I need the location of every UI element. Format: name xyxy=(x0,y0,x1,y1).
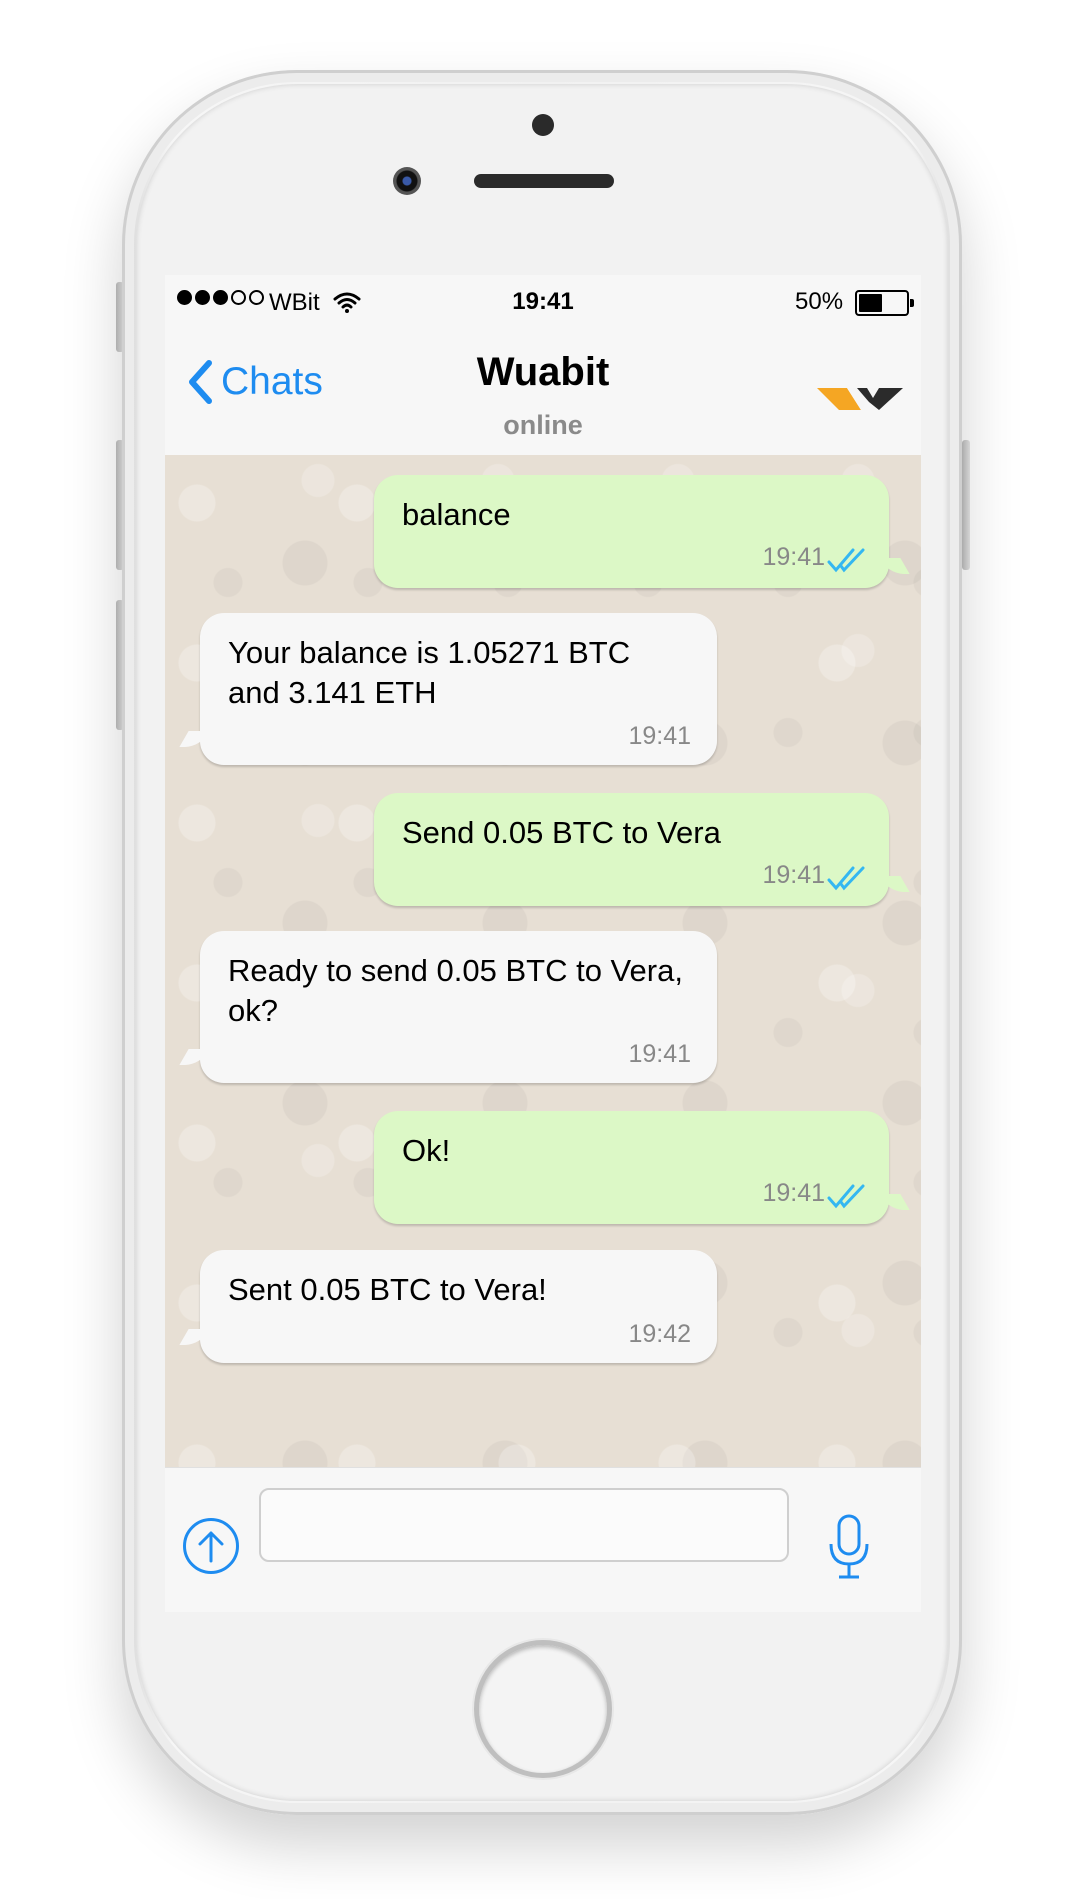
home-button[interactable] xyxy=(474,1640,612,1778)
power-button xyxy=(962,440,970,570)
chat-header: Chats Wuabit online xyxy=(165,330,921,455)
status-bar: WBit 19:41 50% xyxy=(165,275,921,330)
device-mockup: WBit 19:41 50% Chats Wuabit online balan… xyxy=(0,0,1085,1899)
battery-percent: 50% xyxy=(795,288,844,315)
arrow-up-circle-icon xyxy=(198,1531,224,1563)
front-camera xyxy=(393,167,421,195)
incoming-message[interactable]: Sent 0.05 BTC to Vera! 19:42 xyxy=(200,1250,717,1363)
double-check-icon xyxy=(827,1184,865,1209)
message-time: 19:41 xyxy=(762,861,825,889)
battery-icon xyxy=(855,290,914,316)
message-text: Ok! xyxy=(402,1133,451,1168)
message-time: 19:42 xyxy=(628,1320,691,1348)
chat-title[interactable]: Wuabit xyxy=(165,350,921,395)
outgoing-message[interactable]: Send 0.05 BTC to Vera 19:41 xyxy=(374,793,889,906)
wuabit-logo[interactable] xyxy=(817,380,903,414)
double-check-icon xyxy=(827,866,865,891)
earpiece-speaker xyxy=(474,174,614,188)
message-list[interactable]: balance 19:41 Your balance is 1.05271 BT… xyxy=(165,455,921,1467)
message-time: 19:41 xyxy=(628,722,691,750)
message-time: 19:41 xyxy=(628,1040,691,1068)
outgoing-message[interactable]: Ok! 19:41 xyxy=(374,1111,889,1224)
message-input[interactable] xyxy=(259,1488,789,1562)
message-text: Send 0.05 BTC to Vera xyxy=(402,815,721,850)
message-text: balance xyxy=(402,497,511,532)
message-time: 19:41 xyxy=(762,543,825,571)
battery-nub xyxy=(910,299,914,307)
message-time: 19:41 xyxy=(762,1179,825,1207)
phone-screen: WBit 19:41 50% Chats Wuabit online balan… xyxy=(165,275,921,1612)
microphone-icon[interactable] xyxy=(827,1514,871,1580)
message-text: Your balance is 1.05271 BTC and 3.141 ET… xyxy=(228,635,631,710)
share-button[interactable] xyxy=(183,1518,239,1574)
outgoing-message[interactable]: balance 19:41 xyxy=(374,475,889,588)
incoming-message[interactable]: Your balance is 1.05271 BTC and 3.141 ET… xyxy=(200,613,717,765)
battery-fill xyxy=(859,294,882,312)
incoming-message[interactable]: Ready to send 0.05 BTC to Vera, ok? 19:4… xyxy=(200,931,717,1083)
message-text: Ready to send 0.05 BTC to Vera, ok? xyxy=(228,953,683,1028)
double-check-icon xyxy=(827,548,865,573)
composer-bar xyxy=(165,1467,921,1612)
chat-status: online xyxy=(503,410,583,440)
proximity-sensor xyxy=(532,114,554,136)
message-text: Sent 0.05 BTC to Vera! xyxy=(228,1272,547,1307)
